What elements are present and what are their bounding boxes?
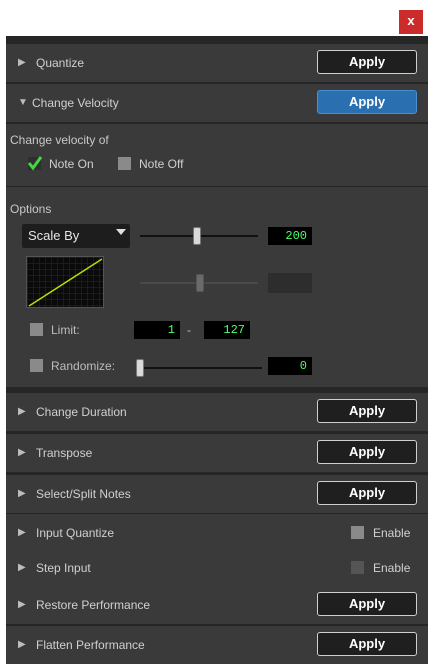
scale-slider-thumb[interactable] — [193, 227, 201, 245]
quantize-apply-button[interactable]: Apply — [317, 50, 417, 74]
velocity-mode-dropdown[interactable]: Scale By — [22, 224, 130, 248]
velocity-mode-value: Scale By — [28, 228, 80, 243]
checkbox-box — [351, 561, 364, 574]
section-select-split-label: Select/Split Notes — [36, 487, 131, 501]
velocity-curve-graph[interactable] — [26, 256, 104, 308]
velocity-target-panel: Change velocity of Note On Note Off — [6, 124, 428, 186]
change-velocity-of-heading: Change velocity of — [10, 133, 109, 147]
limit-min-field[interactable]: 1 — [134, 321, 180, 339]
section-quantize-label: Quantize — [36, 56, 85, 70]
section-input-quantize-label: Input Quantize — [36, 526, 115, 540]
scale-value-field[interactable]: 200 — [268, 227, 312, 245]
offset-value-field[interactable] — [268, 273, 312, 293]
offset-slider-thumb[interactable] — [196, 274, 204, 292]
velocity-curve-icon — [27, 257, 103, 307]
triangle-right-icon: ▶ — [18, 599, 26, 610]
section-change-velocity-label: Change Velocity — [32, 96, 119, 110]
section-change-duration-label: Change Duration — [36, 405, 127, 419]
change-duration-apply-button[interactable]: Apply — [317, 399, 417, 423]
window-top-bar: x — [0, 0, 428, 34]
checkbox-box — [118, 157, 131, 170]
section-change-velocity[interactable]: ▼ Change Velocity Apply — [6, 84, 428, 122]
step-input-enable-label: Enable — [373, 561, 411, 575]
section-flatten-label: Flatten Performance — [36, 638, 145, 652]
limit-separator: - — [187, 323, 191, 337]
section-restore-performance[interactable]: ▶ Restore Performance Apply — [6, 586, 428, 624]
triangle-right-icon: ▶ — [18, 562, 26, 573]
section-quantize[interactable]: ▶ Quantize Apply — [6, 44, 428, 82]
velocity-options-panel: Options Scale By 200 Limit: 1 - 127 Rand… — [6, 187, 428, 387]
triangle-right-icon: ▶ — [18, 488, 26, 499]
triangle-right-icon: ▶ — [18, 406, 26, 417]
note-on-label: Note On — [49, 157, 94, 171]
triangle-right-icon: ▶ — [18, 57, 26, 68]
section-flatten-performance[interactable]: ▶ Flatten Performance Apply — [6, 626, 428, 664]
limit-label: Limit: — [51, 323, 80, 337]
restore-apply-button[interactable]: Apply — [317, 592, 417, 616]
change-velocity-apply-button[interactable]: Apply — [317, 90, 417, 114]
triangle-right-icon: ▶ — [18, 639, 26, 650]
note-off-label: Note Off — [139, 157, 184, 171]
limit-max-field[interactable]: 127 — [204, 321, 250, 339]
section-input-quantize[interactable]: ▶ Input Quantize Enable — [6, 514, 428, 552]
section-step-input-label: Step Input — [36, 561, 91, 575]
randomize-label: Randomize: — [51, 359, 116, 373]
randomize-slider-thumb[interactable] — [136, 359, 144, 377]
section-select-split-notes[interactable]: ▶ Select/Split Notes Apply — [6, 475, 428, 513]
close-button[interactable]: x — [399, 10, 423, 34]
checkbox-box — [30, 323, 43, 336]
flatten-apply-button[interactable]: Apply — [317, 632, 417, 656]
checkmark-icon — [27, 156, 43, 171]
checkbox-box — [30, 359, 43, 372]
section-step-input[interactable]: ▶ Step Input Enable — [6, 549, 428, 587]
chevron-down-icon — [116, 229, 126, 235]
section-change-duration[interactable]: ▶ Change Duration Apply — [6, 393, 428, 431]
triangle-down-icon: ▼ — [18, 97, 28, 108]
triangle-right-icon: ▶ — [18, 447, 26, 458]
select-split-apply-button[interactable]: Apply — [317, 481, 417, 505]
input-quantize-enable-label: Enable — [373, 526, 411, 540]
checkbox-box — [351, 526, 364, 539]
randomize-value-field[interactable]: 0 — [268, 357, 312, 375]
triangle-right-icon: ▶ — [18, 527, 26, 538]
section-transpose[interactable]: ▶ Transpose Apply — [6, 434, 428, 472]
section-transpose-label: Transpose — [36, 446, 93, 460]
options-heading: Options — [10, 202, 52, 216]
midi-edit-panel: ▶ Quantize Apply ▼ Change Velocity Apply… — [6, 36, 428, 664]
section-restore-label: Restore Performance — [36, 598, 151, 612]
transpose-apply-button[interactable]: Apply — [317, 440, 417, 464]
randomize-slider-track[interactable] — [138, 367, 262, 369]
